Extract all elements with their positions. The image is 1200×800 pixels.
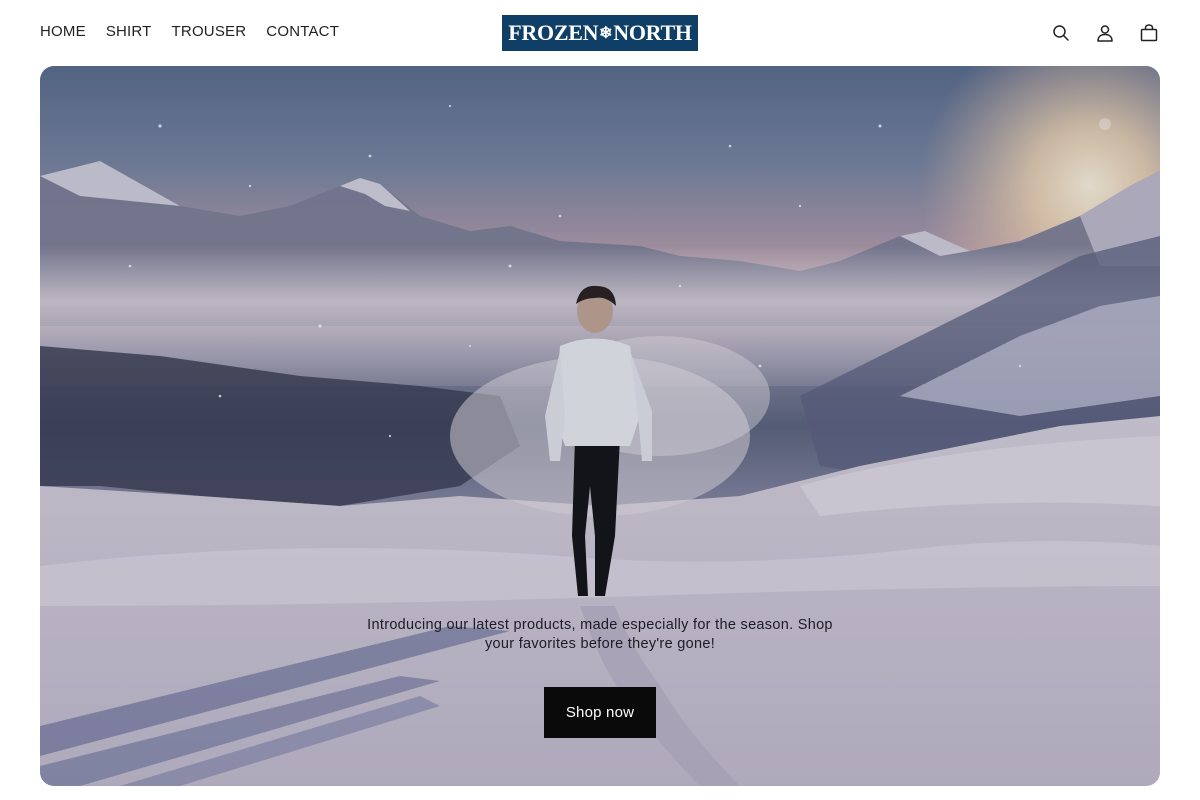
logo-text-left: FROZEN <box>508 20 599 45</box>
header-icons <box>1050 22 1160 44</box>
hero-description: Introducing our latest products, made es… <box>367 617 833 652</box>
cart-icon[interactable] <box>1138 22 1160 44</box>
hero-banner: Introducing our latest products, made es… <box>40 66 1160 786</box>
logo-wordmark: FROZEN ❄ NORTH <box>508 20 692 46</box>
nav-shirt[interactable]: SHIRT <box>106 23 152 40</box>
main-nav: HOME SHIRT TROUSER CONTACT <box>40 23 339 40</box>
brand-logo[interactable]: FROZEN ❄ NORTH <box>502 15 698 51</box>
nav-home[interactable]: HOME <box>40 23 86 40</box>
search-icon[interactable] <box>1050 22 1072 44</box>
logo-text-right: NORTH <box>613 20 692 45</box>
shop-now-button[interactable]: Shop now <box>544 687 656 738</box>
nav-contact[interactable]: CONTACT <box>266 23 339 40</box>
snowflake-icon: ❄ <box>599 25 613 42</box>
site-header: HOME SHIRT TROUSER CONTACT FROZEN ❄ NORT… <box>0 0 1200 66</box>
account-icon[interactable] <box>1094 22 1116 44</box>
nav-trouser[interactable]: TROUSER <box>172 23 247 40</box>
hero-overlay <box>40 66 1160 786</box>
